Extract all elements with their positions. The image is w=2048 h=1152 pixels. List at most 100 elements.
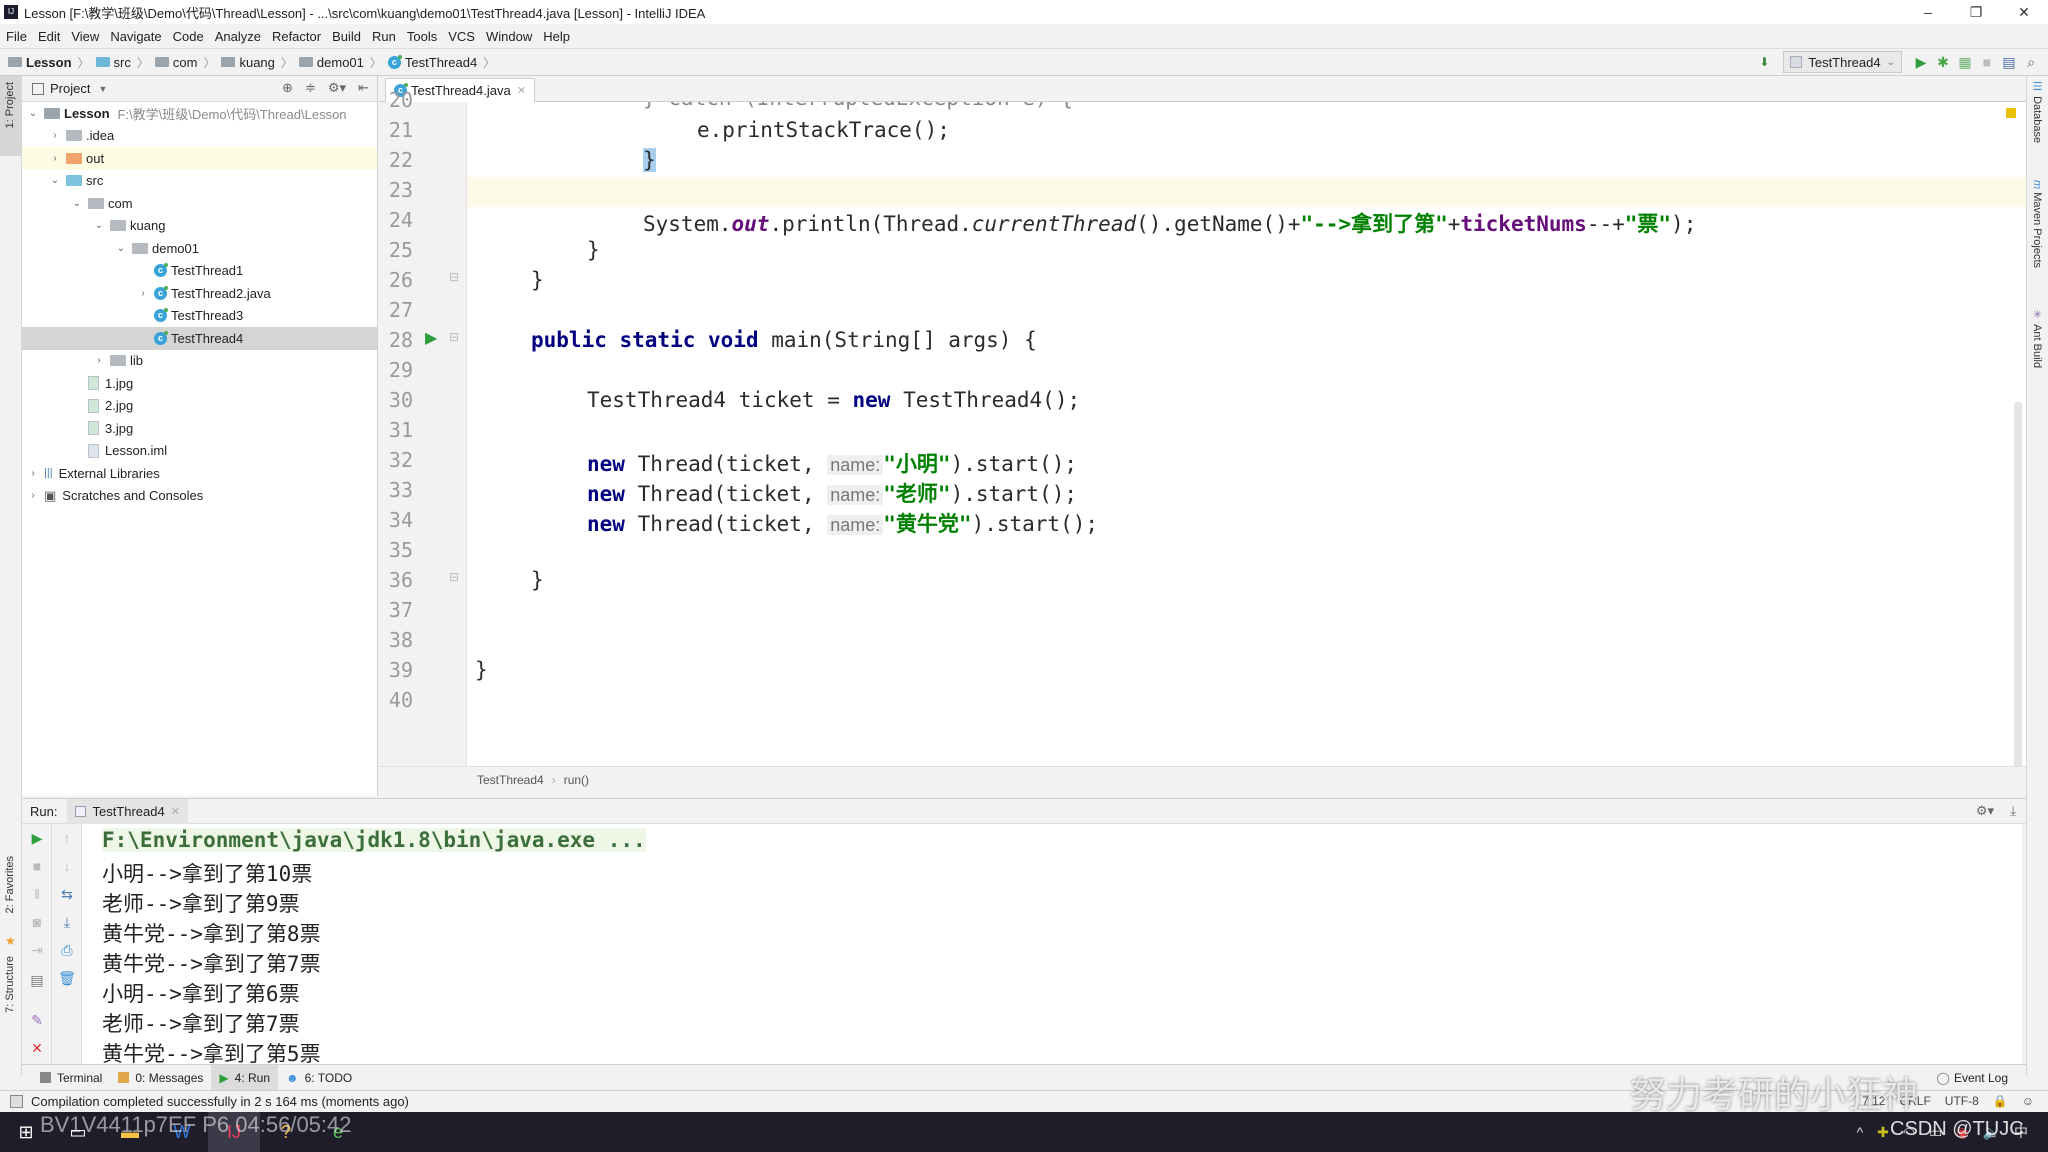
expanded-arrow-icon[interactable]: ⌄ — [114, 243, 128, 254]
todo-tab[interactable]: ☻ 6: TODO — [278, 1065, 360, 1091]
favorites-tool-tab[interactable]: 2: Favorites — [4, 856, 16, 913]
menu-code[interactable]: Code — [173, 29, 204, 44]
dropdown-arrow-icon[interactable]: ▼ — [98, 84, 107, 94]
line-number[interactable]: 40 — [379, 688, 413, 712]
breadcrumb-lesson[interactable]: Lesson 〉 — [8, 54, 96, 71]
line-separator[interactable]: CRLF — [1899, 1094, 1930, 1108]
project-view-select[interactable]: Project — [50, 81, 90, 96]
line-number[interactable]: 34 — [379, 508, 413, 532]
soft-wrap-icon[interactable]: ⇆ — [57, 884, 77, 904]
breadcrumb-testthread4[interactable]: c TestThread4 〉 — [387, 54, 501, 71]
search-icon[interactable]: ⌕ — [2020, 51, 2042, 73]
status-toggle-icon[interactable] — [10, 1095, 23, 1108]
line-number[interactable]: 38 — [379, 628, 413, 652]
line-number[interactable]: 35 — [379, 538, 413, 562]
scroll-to-end-icon[interactable]: ⤓ — [57, 912, 77, 932]
menu-edit[interactable]: Edit — [38, 29, 60, 44]
menu-help[interactable]: Help — [543, 29, 570, 44]
expanded-arrow-icon[interactable]: ⌄ — [26, 108, 40, 119]
stop-icon[interactable]: ■ — [27, 856, 47, 876]
rerun-icon[interactable]: ▶ — [27, 828, 47, 848]
run-settings-gear-icon[interactable]: ⚙▾ — [1976, 803, 1994, 819]
line-number[interactable]: 21 — [379, 118, 413, 142]
task-view-icon[interactable]: ▭ — [52, 1112, 104, 1152]
close-button[interactable]: ✕ — [2000, 0, 2048, 24]
lock-icon[interactable]: 🔒 — [1993, 1094, 2008, 1108]
breadcrumb-method[interactable]: run() — [564, 773, 589, 787]
browser-icon[interactable]: e — [312, 1112, 364, 1152]
intellij-taskbar-icon[interactable]: IJ — [208, 1112, 260, 1152]
tree-item[interactable]: › ||| External Libraries — [22, 462, 377, 485]
run-tool-tab[interactable]: ▶ 4: Run — [211, 1064, 278, 1091]
menu-file[interactable]: File — [6, 29, 27, 44]
security-icon[interactable]: ✚ — [1877, 1124, 1889, 1141]
run-console[interactable]: F:\Environment\java\jdk1.8\bin\java.exe … — [82, 824, 2022, 1064]
record-icon[interactable]: ◉ — [1956, 1124, 1968, 1141]
line-number[interactable]: 30 — [379, 388, 413, 412]
status-message[interactable]: Compilation completed successfully in 2 … — [31, 1094, 409, 1109]
collapsed-arrow-icon[interactable]: › — [136, 288, 150, 299]
messages-tab[interactable]: 0: Messages — [110, 1065, 211, 1091]
menu-run[interactable]: Run — [372, 29, 396, 44]
tree-item[interactable]: › .idea — [22, 125, 377, 148]
ime-indicator[interactable]: 中 — [2014, 1122, 2028, 1142]
close-icon[interactable]: ✕ — [27, 1038, 47, 1058]
up-arrow-icon[interactable]: ↑ — [57, 828, 77, 848]
fold-marker-icon[interactable]: ⊟ — [449, 330, 459, 344]
line-number[interactable]: 29 — [379, 358, 413, 382]
line-number[interactable]: 27 — [379, 298, 413, 322]
coverage-icon[interactable]: ▦ — [1954, 51, 1976, 73]
line-number[interactable]: 25 — [379, 238, 413, 262]
tree-item[interactable]: › ▣ Scratches and Consoles — [22, 485, 377, 508]
expanded-arrow-icon[interactable]: ⌄ — [48, 175, 62, 186]
line-number[interactable]: 37 — [379, 598, 413, 622]
tree-item[interactable]: ⌄ demo01 — [22, 237, 377, 260]
close-tab-icon[interactable]: ✕ — [517, 84, 526, 97]
debug-icon[interactable]: ✱ — [1932, 51, 1954, 73]
windows-start-icon[interactable]: ⊞ — [0, 1112, 52, 1152]
tree-item[interactable]: 2.jpg — [22, 395, 377, 418]
expanded-arrow-icon[interactable]: ⌄ — [70, 198, 84, 209]
tree-item[interactable]: ⌄ kuang — [22, 215, 377, 238]
menu-navigate[interactable]: Navigate — [110, 29, 161, 44]
vertical-scrollbar[interactable] — [2014, 402, 2022, 766]
line-number[interactable]: 26 — [379, 268, 413, 292]
tree-item[interactable]: › lib — [22, 350, 377, 373]
tree-item[interactable]: Lesson.iml — [22, 440, 377, 463]
breadcrumb-com[interactable]: com 〉 — [154, 54, 222, 71]
pause-icon[interactable]: ‖ — [27, 884, 47, 904]
terminal-tab[interactable]: Terminal — [32, 1065, 110, 1091]
collapse-all-icon[interactable]: ≑ — [305, 80, 316, 96]
line-number[interactable]: 39 — [379, 658, 413, 682]
tray-expand-icon[interactable]: ^ — [1857, 1124, 1864, 1140]
expanded-arrow-icon[interactable]: ⌄ — [92, 220, 106, 231]
breadcrumb-src[interactable]: src 〉 — [95, 54, 155, 71]
wps-icon[interactable]: W — [156, 1112, 208, 1152]
down-arrow-icon[interactable]: ↓ — [57, 856, 77, 876]
tree-item[interactable]: › out — [22, 147, 377, 170]
collapsed-arrow-icon[interactable]: › — [48, 130, 62, 141]
collapsed-arrow-icon[interactable]: › — [26, 490, 40, 501]
code-editor[interactable]: } catch (InterruptedException e) { e.pri… — [467, 102, 2026, 766]
line-number[interactable]: 24 — [379, 208, 413, 232]
locate-icon[interactable]: ⊕ — [282, 80, 293, 96]
inspector-icon[interactable]: ☺ — [2022, 1094, 2034, 1108]
menu-tools[interactable]: Tools — [407, 29, 437, 44]
pin-icon[interactable]: ✎ — [27, 1010, 47, 1030]
volume-icon[interactable]: 🔈 — [1983, 1124, 2000, 1141]
tree-item[interactable]: 3.jpg — [22, 417, 377, 440]
restore-button[interactable]: ❐ — [1952, 0, 2000, 24]
hide-panel-icon[interactable]: ⇤ — [358, 80, 369, 96]
tree-item[interactable]: 1.jpg — [22, 372, 377, 395]
menu-analyze[interactable]: Analyze — [215, 29, 261, 44]
gear-icon[interactable]: ⚙▾ — [328, 80, 346, 96]
print-icon[interactable]: ⎙ — [57, 940, 77, 960]
line-number[interactable]: 22 — [379, 148, 413, 172]
line-number[interactable]: 32 — [379, 448, 413, 472]
line-number[interactable]: 33 — [379, 478, 413, 502]
breadcrumb-demo01[interactable]: demo01 〉 — [298, 54, 388, 71]
breadcrumb-kuang[interactable]: kuang 〉 — [221, 54, 298, 71]
tree-item[interactable]: ⌄ src — [22, 170, 377, 193]
project-structure-icon[interactable]: ▤ — [1998, 51, 2020, 73]
wifi-icon[interactable]: ◠ — [1903, 1124, 1915, 1141]
